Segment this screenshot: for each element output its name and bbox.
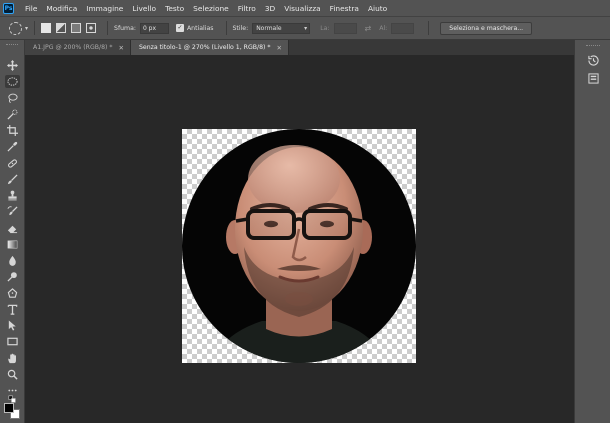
menu-immagine[interactable]: Immagine — [86, 4, 123, 13]
move-tool-icon[interactable] — [5, 59, 20, 72]
blur-tool-icon[interactable] — [5, 254, 20, 267]
chevron-down-icon[interactable]: ▾ — [25, 25, 28, 32]
photoshop-logo-icon: Ps — [3, 2, 14, 14]
menu-filtro[interactable]: Filtro — [238, 4, 256, 13]
document-canvas[interactable] — [182, 129, 416, 363]
menu-modifica[interactable]: Modifica — [46, 4, 77, 13]
brush-tool-icon[interactable] — [5, 173, 20, 186]
menu-file[interactable]: File — [25, 4, 37, 13]
eraser-tool-icon[interactable] — [5, 222, 20, 235]
zoom-tool-icon[interactable] — [5, 368, 20, 381]
quick-selection-tool-icon[interactable] — [5, 108, 20, 121]
divider — [107, 21, 109, 35]
elliptical-marquee-preset-icon[interactable] — [9, 21, 22, 35]
width-input — [333, 22, 357, 34]
tab-senza-titolo-1[interactable]: Senza titolo-1 @ 270% (Livello 1, RGB/8)… — [130, 40, 289, 55]
style-select[interactable]: Normale — [252, 22, 311, 34]
lasso-tool-icon[interactable] — [5, 92, 20, 105]
history-icon[interactable] — [586, 53, 600, 67]
libraries-icon[interactable] — [586, 71, 600, 85]
gradient-tool-icon[interactable] — [5, 238, 20, 251]
tab-label: Senza titolo-1 @ 270% (Livello 1, RGB/8)… — [138, 44, 271, 51]
menu-visualizza[interactable]: Visualizza — [284, 4, 320, 13]
antialias-label: Antialias — [186, 24, 214, 32]
path-selection-tool-icon[interactable] — [5, 319, 20, 332]
new-selection-icon[interactable] — [41, 23, 52, 33]
tab-label: A1.JPG @ 200% (RGB/8) * — [33, 44, 113, 51]
tools-panel — [0, 40, 25, 423]
clone-stamp-tool-icon[interactable] — [5, 189, 20, 202]
divider — [428, 21, 430, 35]
feather-label: Sfuma: — [114, 24, 136, 32]
portrait-image — [182, 129, 416, 363]
intersect-selection-icon[interactable] — [86, 23, 97, 33]
dodge-tool-icon[interactable] — [5, 270, 20, 283]
hand-tool-icon[interactable] — [5, 352, 20, 365]
panel-dock — [574, 40, 610, 423]
menu-finestra[interactable]: Finestra — [330, 4, 359, 13]
pen-tool-icon[interactable] — [5, 287, 20, 300]
style-label: Stile: — [232, 24, 249, 32]
antialias-checkbox[interactable]: ✓ — [175, 24, 184, 32]
elliptical-marquee-tool-icon[interactable] — [5, 75, 20, 88]
divider — [225, 21, 227, 35]
subtract-from-selection-icon[interactable] — [71, 23, 82, 33]
feather-input[interactable]: 0 px — [139, 22, 169, 34]
height-input — [391, 22, 415, 34]
menu-bar: Ps File Modifica Immagine Livello Testo … — [0, 0, 610, 16]
options-bar: ▾ Sfuma: 0 px ✓ Antialias Stile: Normale… — [0, 16, 610, 40]
menu-livello[interactable]: Livello — [132, 4, 156, 13]
height-label: Al: — [379, 24, 388, 32]
panel-grip[interactable] — [586, 45, 600, 46]
foreground-color-swatch[interactable] — [4, 403, 14, 413]
menu-3d[interactable]: 3D — [265, 4, 275, 13]
canvas-workspace[interactable] — [25, 55, 574, 423]
add-to-selection-icon[interactable] — [56, 23, 67, 33]
close-icon[interactable]: ✕ — [119, 44, 124, 52]
eyedropper-tool-icon[interactable] — [5, 140, 20, 153]
history-brush-tool-icon[interactable] — [5, 205, 20, 218]
rectangle-tool-icon[interactable] — [5, 335, 20, 348]
tab-a1-jpg[interactable]: A1.JPG @ 200% (RGB/8) * ✕ — [25, 40, 131, 55]
panel-grip[interactable] — [6, 44, 18, 46]
crop-tool-icon[interactable] — [5, 124, 20, 137]
divider — [34, 21, 36, 35]
healing-brush-tool-icon[interactable] — [5, 157, 20, 170]
swap-dimensions-icon: ⇄ — [364, 23, 372, 33]
menu-aiuto[interactable]: Aiuto — [368, 4, 387, 13]
select-and-mask-button[interactable]: Seleziona e maschera... — [440, 21, 533, 35]
menu-selezione[interactable]: Selezione — [193, 4, 229, 13]
close-icon[interactable]: ✕ — [277, 44, 282, 52]
type-tool-icon[interactable] — [5, 303, 20, 316]
document-tabs: A1.JPG @ 200% (RGB/8) * ✕ Senza titolo-1… — [25, 40, 574, 55]
menu-testo[interactable]: Testo — [165, 4, 184, 13]
width-label: La: — [320, 24, 330, 32]
